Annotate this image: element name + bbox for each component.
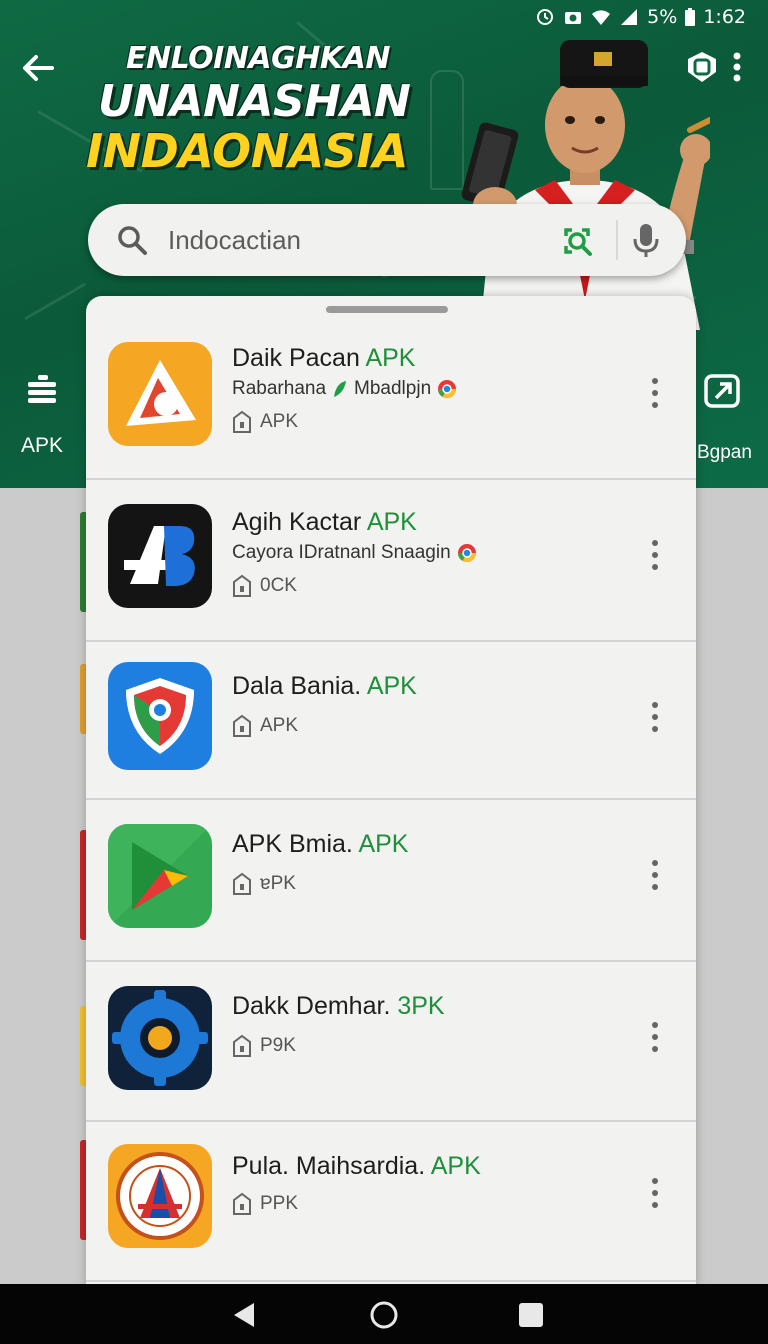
search-icon xyxy=(118,226,147,255)
app-more-options-icon[interactable] xyxy=(648,538,662,572)
battery-percent: 5% xyxy=(647,6,678,28)
shield-logo-icon xyxy=(108,662,212,770)
open-external-icon xyxy=(704,374,740,408)
app-list-item[interactable]: APK Bmia. APK ɐPK xyxy=(86,800,696,962)
app-type: APK xyxy=(232,714,298,738)
emblem-logo-icon xyxy=(108,1144,212,1248)
app-icon xyxy=(108,986,212,1090)
app-list-item[interactable]: Agih Kactar APK Cayora IDratnanl Snaagin… xyxy=(86,480,696,642)
app-icon xyxy=(108,504,212,608)
title-line-3: INDAONASIA xyxy=(86,124,409,178)
app-tag: APK xyxy=(366,508,417,536)
category-label: Bgpan xyxy=(697,442,752,463)
more-options-icon[interactable] xyxy=(726,50,748,84)
gear-logo-icon xyxy=(108,986,212,1090)
app-title: APK Bmia. APK xyxy=(232,830,409,858)
app-more-options-icon[interactable] xyxy=(648,1020,662,1054)
search-bar[interactable] xyxy=(88,204,686,276)
package-icon xyxy=(233,1034,251,1057)
system-navigation-bar xyxy=(0,1284,768,1344)
app-list-item[interactable]: Pula. Maihsardia. APK PPK xyxy=(86,1122,696,1282)
chrome-icon xyxy=(457,544,476,563)
screen: 5% 1:62 ENLOINAGHKAN UNANASHAN INDAONASI… xyxy=(0,0,768,1344)
app-more-options-icon[interactable] xyxy=(648,858,662,892)
package-icon xyxy=(233,872,251,895)
category-apk[interactable]: APK xyxy=(10,372,74,458)
search-divider xyxy=(616,220,618,260)
app-tag: APK xyxy=(430,1152,481,1180)
alarm-icon xyxy=(537,9,554,25)
play-protect-icon[interactable] xyxy=(686,50,718,84)
app-type: ɐPK xyxy=(232,872,296,896)
package-icon xyxy=(233,1192,251,1215)
sheet-drag-handle[interactable] xyxy=(326,306,448,313)
package-icon xyxy=(233,410,251,433)
app-type: P9K xyxy=(232,1034,296,1058)
promo-title: ENLOINAGHKAN UNANASHAN INDAONASIA xyxy=(86,41,411,178)
leaf-icon xyxy=(334,381,347,397)
app-icon xyxy=(108,824,212,928)
app-list-item[interactable]: Daik Pacan APK Rabarhana Mbadlpjn APK xyxy=(86,318,696,480)
app-more-options-icon[interactable] xyxy=(648,700,662,734)
app-tag: APK xyxy=(365,344,416,372)
nav-recents-icon[interactable] xyxy=(516,1300,546,1330)
category-label: APK xyxy=(20,434,64,457)
app-title: Dakk Demhar. 3PK xyxy=(232,992,445,1020)
results-sheet: Daik Pacan APK Rabarhana Mbadlpjn APK Ag… xyxy=(86,296,696,1286)
play-store-logo-icon xyxy=(108,824,212,928)
clock: 1:62 xyxy=(703,6,746,28)
app-title: Agih Kactar APK xyxy=(232,508,417,536)
nav-home-icon[interactable] xyxy=(369,1300,399,1330)
back-arrow-icon[interactable] xyxy=(18,48,58,88)
status-bar: 5% 1:62 xyxy=(0,0,768,34)
ab-letters-logo-icon xyxy=(108,504,212,608)
app-list-item[interactable]: Dakk Demhar. 3PK P9K xyxy=(86,962,696,1122)
app-list-item[interactable]: Dala Bania. APK APK xyxy=(86,642,696,800)
package-icon xyxy=(233,714,251,737)
app-icon xyxy=(108,1144,212,1248)
battery-icon xyxy=(685,8,696,26)
app-list: Daik Pacan APK Rabarhana Mbadlpjn APK Ag… xyxy=(86,318,696,1282)
signal-icon xyxy=(621,9,638,25)
search-input[interactable] xyxy=(168,222,548,258)
app-more-options-icon[interactable] xyxy=(648,376,662,410)
app-type: APK xyxy=(232,410,298,434)
google-lens-icon[interactable] xyxy=(560,224,594,258)
app-tag: APK xyxy=(366,672,417,700)
app-developer: Cayora IDratnanl Snaagin xyxy=(232,542,477,564)
app-title: Dala Bania. APK xyxy=(232,672,417,700)
app-developer: Rabarhana Mbadlpjn xyxy=(232,378,457,400)
app-type: PPK xyxy=(232,1192,298,1216)
camera-icon xyxy=(565,12,582,24)
chrome-icon xyxy=(438,380,457,399)
nav-back-icon[interactable] xyxy=(230,1300,260,1330)
list-icon xyxy=(28,375,56,403)
app-tag: 3PK xyxy=(397,992,445,1020)
app-title: Pula. Maihsardia. APK xyxy=(232,1152,481,1180)
promo-person-illustration xyxy=(461,40,710,330)
title-line-2: UNANASHAN xyxy=(98,76,411,127)
app-more-options-icon[interactable] xyxy=(648,1176,662,1210)
play-triangle-logo-icon xyxy=(108,342,212,446)
title-line-1: ENLOINAGHKAN xyxy=(126,41,390,76)
package-icon xyxy=(233,574,251,597)
app-tag: APK xyxy=(358,830,409,858)
app-title: Daik Pacan APK xyxy=(232,344,416,372)
microphone-icon[interactable] xyxy=(628,220,664,260)
category-bgpan[interactable]: Bgpan xyxy=(694,370,768,464)
app-icon xyxy=(108,662,212,770)
wifi-icon xyxy=(592,10,611,25)
tower-decoration xyxy=(430,70,464,190)
app-icon xyxy=(108,342,212,446)
app-type: 0CK xyxy=(232,574,297,598)
